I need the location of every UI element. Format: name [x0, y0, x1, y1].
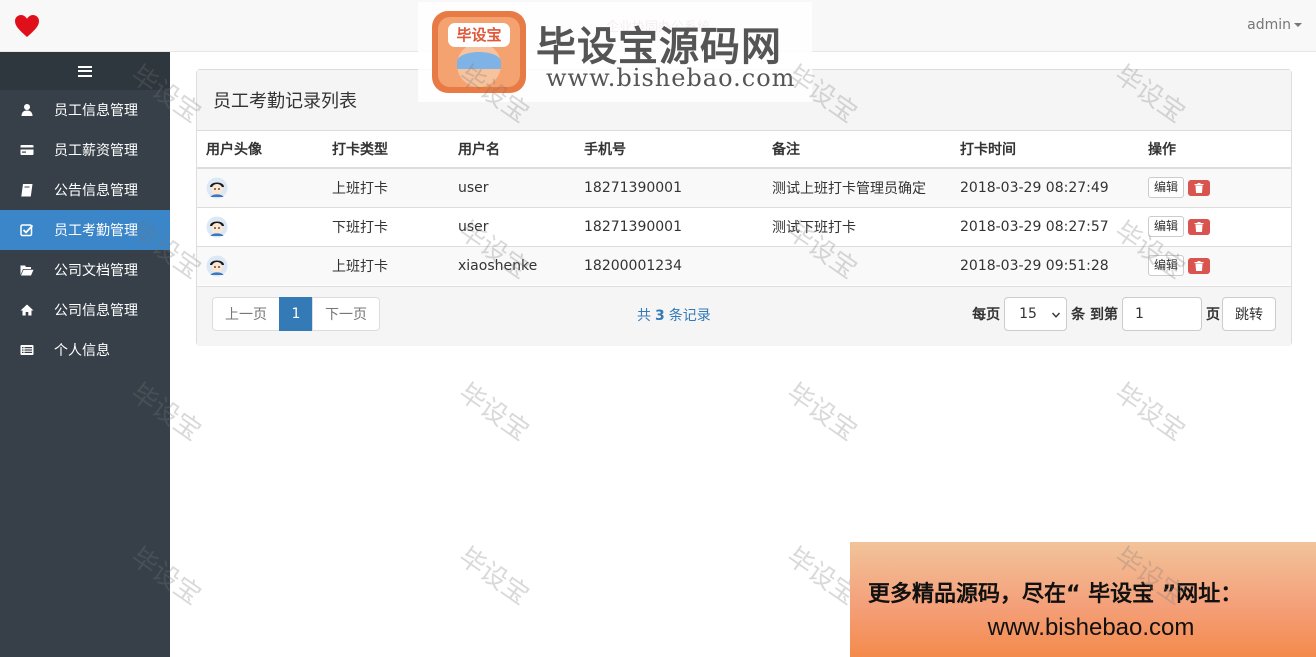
total-count: 3 — [655, 308, 665, 324]
attendance-table: 用户头像 打卡类型 用户名 手机号 备注 打卡时间 操作 上班打卡 user 1… — [197, 131, 1291, 285]
sidebar-item-label: 个人信息 — [54, 343, 110, 359]
sidebar-item-salary[interactable]: 员工薪资管理 — [0, 130, 170, 170]
avatar — [206, 216, 228, 238]
sidebar-item-documents[interactable]: 公司文档管理 — [0, 250, 170, 290]
sidebar-item-company-info[interactable]: 公司信息管理 — [0, 290, 170, 330]
jump-button[interactable]: 跳转 — [1222, 297, 1276, 331]
table-row: 上班打卡 user 18271390001 测试上班打卡管理员确定 2018-0… — [197, 167, 1291, 207]
sidebar-item-attendance[interactable]: 员工考勤管理 — [0, 210, 170, 250]
sidebar-item-notice[interactable]: 公告信息管理 — [0, 170, 170, 210]
goto-page-input[interactable]: 1 — [1122, 297, 1202, 331]
site-logo-watermark: 毕设宝 毕设宝源码网 www.bishebao.com — [418, 2, 812, 102]
punch-time: 2018-03-29 08:27:57 — [951, 206, 1139, 246]
column-header: 用户名 — [449, 131, 575, 169]
punch-time: 2018-03-29 08:27:49 — [951, 167, 1139, 207]
logo-badge-text: 毕设宝 — [456, 26, 502, 44]
admin-dropdown[interactable]: admin — [1247, 17, 1302, 33]
promo-url: www.bishebao.com — [987, 614, 1195, 641]
page-unit-label: 页 — [1206, 307, 1220, 323]
pagination-bar: 上一页 1 下一页 共 3 条记录 每页 15 条 到第 1 页 跳转 — [197, 286, 1291, 346]
table-row: 上班打卡 xiaoshenke 18200001234 2018-03-29 0… — [197, 245, 1291, 285]
column-header: 打卡类型 — [323, 131, 449, 169]
phone: 18271390001 — [575, 206, 763, 246]
punch-type: 下班打卡 — [323, 206, 449, 246]
avatar — [206, 255, 228, 277]
prev-page-button[interactable]: 上一页 — [212, 297, 280, 331]
pager: 上一页 1 下一页 — [212, 297, 380, 331]
watermark: 毕设宝 — [781, 377, 863, 448]
caret-down-icon — [1294, 23, 1302, 27]
column-header: 操作 — [1139, 131, 1291, 169]
sidebar-item-label: 员工考勤管理 — [54, 223, 138, 239]
goto-label: 条 到第 — [1071, 307, 1118, 323]
table-header-row: 用户头像 打卡类型 用户名 手机号 备注 打卡时间 操作 — [197, 131, 1291, 169]
column-header: 手机号 — [575, 131, 763, 169]
total-records: 共 3 条记录 — [637, 305, 711, 325]
edit-button[interactable]: 编辑 — [1148, 255, 1185, 277]
column-header: 打卡时间 — [951, 131, 1139, 169]
phone: 18271390001 — [575, 167, 763, 207]
chevron-down-icon — [1052, 312, 1061, 318]
username: user — [449, 206, 575, 246]
sidebar-item-personal[interactable]: 个人信息 — [0, 330, 170, 370]
total-prefix: 共 — [637, 308, 651, 324]
punch-time: 2018-03-29 09:51:28 — [951, 245, 1139, 285]
home-icon — [20, 303, 34, 317]
username: xiaoshenke — [449, 245, 575, 285]
check-square-icon — [20, 223, 34, 237]
trash-icon — [1194, 260, 1204, 271]
column-header: 用户头像 — [197, 131, 323, 169]
next-page-button[interactable]: 下一页 — [312, 297, 380, 331]
book-icon — [20, 183, 34, 197]
sidebar-item-label: 公司文档管理 — [54, 263, 138, 279]
folder-open-icon — [20, 263, 34, 277]
edit-button[interactable]: 编辑 — [1148, 177, 1185, 199]
sidebar-item-label: 公司信息管理 — [54, 303, 138, 319]
sidebar-item-label: 员工信息管理 — [54, 103, 138, 119]
edit-button[interactable]: 编辑 — [1148, 216, 1185, 237]
note: 测试下班打卡 — [763, 206, 951, 246]
admin-username: admin — [1247, 17, 1291, 33]
credit-card-icon — [20, 143, 34, 157]
watermark: 毕设宝 — [453, 377, 535, 448]
note: 测试上班打卡管理员确定 — [763, 167, 951, 207]
logo-url: www.bishebao.com — [546, 64, 796, 92]
per-page-select[interactable]: 15 — [1004, 297, 1068, 331]
delete-button[interactable] — [1188, 179, 1211, 196]
page-jump: 每页 15 条 到第 1 页 跳转 — [972, 297, 1276, 331]
note — [763, 245, 951, 285]
sidebar-item-employee-info[interactable]: 员工信息管理 — [0, 90, 170, 130]
table-row: 下班打卡 user 18271390001 测试下班打卡 2018-03-29 … — [197, 206, 1291, 246]
per-page-value: 15 — [1019, 306, 1037, 322]
column-header: 备注 — [763, 131, 951, 169]
trash-icon — [1194, 182, 1204, 193]
sidebar-item-label: 公告信息管理 — [54, 183, 138, 199]
current-page-button[interactable]: 1 — [279, 297, 313, 331]
trash-icon — [1194, 221, 1204, 232]
user-icon — [20, 103, 34, 117]
delete-button[interactable] — [1188, 218, 1211, 235]
delete-button[interactable] — [1188, 257, 1211, 274]
per-page-label: 每页 — [972, 307, 1001, 323]
phone: 18200001234 — [575, 245, 763, 285]
promo-banner: 更多精品源码，尽在“ 毕设宝 ”网址： www.bishebao.com — [850, 542, 1316, 657]
avatar — [206, 177, 228, 199]
attendance-panel: 员工考勤记录列表 用户头像 打卡类型 用户名 手机号 备注 打卡时间 操作 上班… — [196, 69, 1292, 346]
hamburger-icon — [78, 65, 92, 77]
username: user — [449, 167, 575, 207]
sidebar: 员工信息管理 员工薪资管理 公告信息管理 员工考勤管理 公司文档管理 公司信息管… — [0, 52, 170, 657]
logo-badge: 毕设宝 — [430, 9, 528, 95]
sidebar-toggle-button[interactable] — [0, 52, 170, 90]
punch-type: 上班打卡 — [323, 245, 449, 285]
promo-line-1: 更多精品源码，尽在“ 毕设宝 ”网址： — [868, 582, 1243, 607]
watermark: 毕设宝 — [1109, 377, 1191, 448]
total-suffix: 条记录 — [668, 308, 711, 324]
punch-type: 上班打卡 — [323, 167, 449, 207]
watermark: 毕设宝 — [453, 541, 535, 612]
sidebar-item-label: 员工薪资管理 — [54, 143, 138, 159]
list-alt-icon — [20, 343, 34, 357]
